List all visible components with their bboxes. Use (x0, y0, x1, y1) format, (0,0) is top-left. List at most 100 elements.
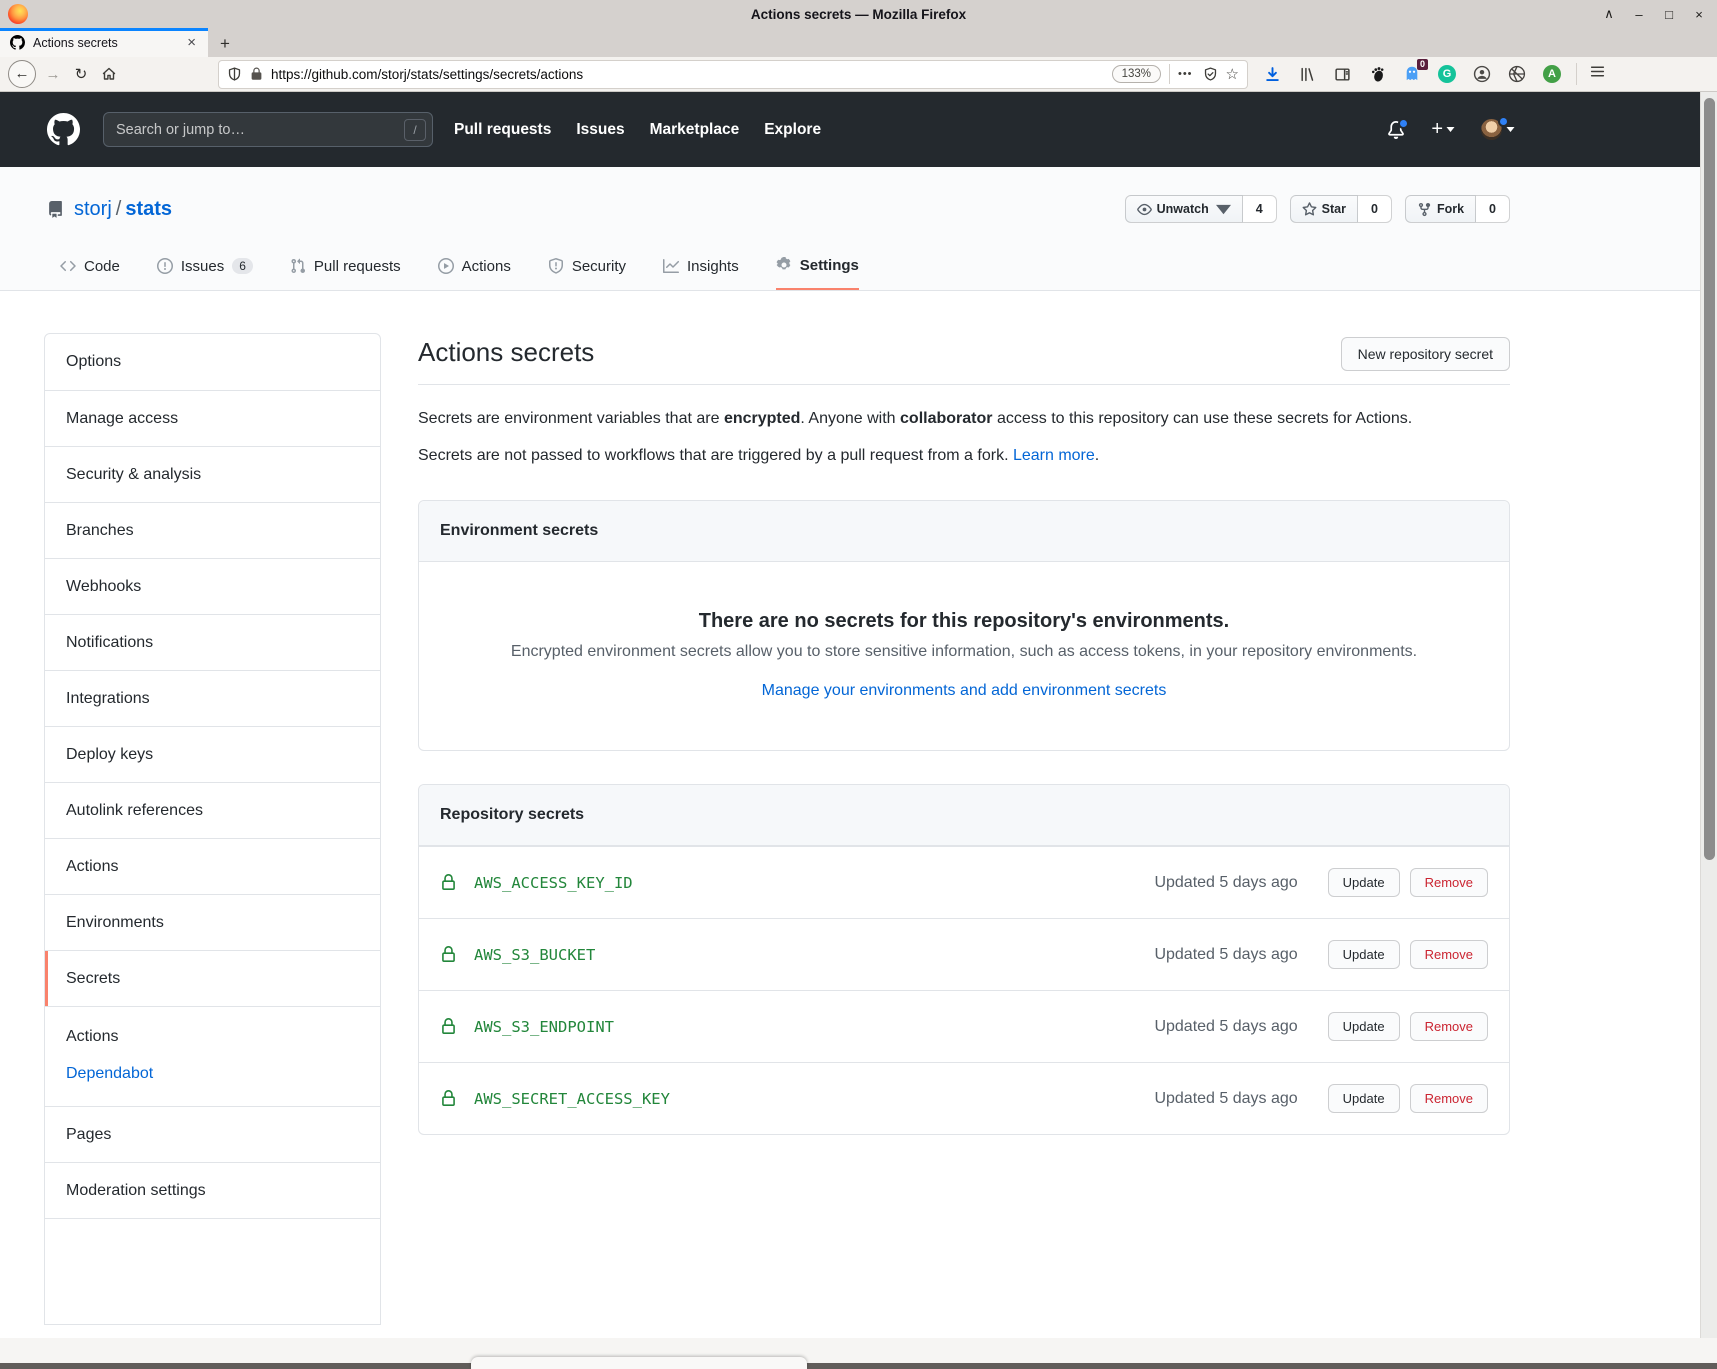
tab-security[interactable]: Security (548, 242, 626, 290)
sidebar-item-notifications[interactable]: Notifications (45, 614, 380, 670)
sidebar-icon[interactable] (1332, 64, 1352, 84)
forward-button[interactable]: → (40, 66, 66, 83)
home-button[interactable] (96, 66, 122, 82)
back-button[interactable]: ← (8, 60, 36, 88)
new-tab-button[interactable]: + (208, 31, 242, 57)
sidebar-item-environments[interactable]: Environments (45, 894, 380, 950)
sidebar-item-deploy-keys[interactable]: Deploy keys (45, 726, 380, 782)
update-button[interactable]: Update (1328, 940, 1400, 969)
tab-insights[interactable]: Insights (663, 242, 739, 290)
manage-environments-link[interactable]: Manage your environments and add environ… (762, 682, 1167, 700)
fork-group: Fork 0 (1405, 195, 1510, 223)
adguard-icon[interactable]: A (1542, 64, 1562, 84)
grammarly-icon[interactable]: G (1437, 64, 1457, 84)
repo-name-link[interactable]: stats (125, 198, 172, 220)
downloads-icon[interactable] (1262, 64, 1282, 84)
sidebar-item-integrations[interactable]: Integrations (45, 670, 380, 726)
toolbar-divider (1576, 63, 1577, 85)
empty-state-title: There are no secrets for this repository… (459, 610, 1469, 633)
bookmark-star-icon[interactable]: ☆ (1226, 65, 1239, 83)
remove-button[interactable]: Remove (1410, 1084, 1488, 1113)
dock-peek-tab[interactable] (471, 1357, 807, 1369)
secret-row: AWS_SECRET_ACCESS_KEY Updated 5 days ago… (419, 1062, 1509, 1134)
sidebar-item-manage-access[interactable]: Manage access (45, 390, 380, 446)
url-text[interactable]: https://github.com/storj/stats/settings/… (271, 67, 1112, 82)
subnav-dependabot[interactable]: Dependabot (66, 1065, 359, 1083)
library-icon[interactable] (1297, 64, 1317, 84)
subnav-actions[interactable]: Actions (66, 1028, 359, 1046)
home-icon (101, 66, 117, 82)
nav-marketplace[interactable]: Marketplace (650, 121, 740, 139)
update-button[interactable]: Update (1328, 1084, 1400, 1113)
sidebar-item-branches[interactable]: Branches (45, 502, 380, 558)
user-menu[interactable] (1481, 119, 1515, 140)
secrets-subnav: Actions Dependabot (45, 1006, 380, 1106)
github-logo-icon[interactable] (47, 113, 80, 146)
secret-updated: Updated 5 days ago (1154, 1018, 1297, 1036)
tab-pull-requests[interactable]: Pull requests (290, 242, 401, 290)
notifications-bell[interactable] (1387, 121, 1405, 139)
sidebar-item-pages[interactable]: Pages (45, 1106, 380, 1162)
sidebar-item-webhooks[interactable]: Webhooks (45, 558, 380, 614)
remove-button[interactable]: Remove (1410, 868, 1488, 897)
zoom-level-indicator[interactable]: 133% (1112, 65, 1161, 83)
tab-issues[interactable]: Issues6 (157, 242, 253, 290)
secrets-fork-note: Secrets are not passed to workflows that… (418, 444, 1510, 467)
search-input[interactable] (116, 122, 404, 138)
star-button[interactable]: Star (1290, 195, 1358, 223)
new-repository-secret-button[interactable]: New repository secret (1341, 337, 1510, 371)
nav-explore[interactable]: Explore (764, 121, 821, 139)
window-bottom-strip (0, 1338, 1717, 1363)
tab-code[interactable]: Code (60, 242, 120, 290)
update-button[interactable]: Update (1328, 868, 1400, 897)
window-maximize-button[interactable]: □ (1661, 7, 1677, 22)
tab-settings[interactable]: Settings (776, 242, 859, 290)
fork-button[interactable]: Fork (1405, 195, 1476, 223)
privacy-pinwheel-icon[interactable] (1507, 64, 1527, 84)
repository-secrets-box: Repository secrets AWS_ACCESS_KEY_ID Upd… (418, 784, 1510, 1135)
nav-pull-requests[interactable]: Pull requests (454, 121, 551, 139)
global-search[interactable]: / (103, 112, 433, 147)
create-new-button[interactable]: + (1431, 118, 1455, 141)
sidebar-item-actions[interactable]: Actions (45, 838, 380, 894)
https-lock-icon[interactable] (250, 67, 263, 81)
secret-updated: Updated 5 days ago (1154, 1090, 1297, 1108)
learn-more-link[interactable]: Learn more (1013, 447, 1095, 464)
browser-tab-bar: Actions secrets × + (0, 28, 1717, 57)
repo-icon (47, 201, 64, 218)
page-scrollbar[interactable] (1700, 92, 1717, 1338)
ghost-extension-icon[interactable]: 0 (1402, 64, 1422, 84)
urlbar-divider (1169, 64, 1170, 84)
update-button[interactable]: Update (1328, 1012, 1400, 1041)
breadcrumb-separator: / (112, 198, 126, 220)
reload-button[interactable]: ↻ (68, 65, 94, 83)
tracking-shield-icon[interactable] (227, 67, 242, 82)
sidebar-item-autolink-references[interactable]: Autolink references (45, 782, 380, 838)
sidebar-item-secrets[interactable]: Secrets (45, 950, 380, 1006)
page-actions-icon[interactable]: ••• (1178, 68, 1193, 80)
settings-page: Options Manage access Security & analysi… (0, 291, 1717, 1331)
watch-count[interactable]: 4 (1243, 195, 1277, 223)
menu-icon[interactable] (1589, 63, 1606, 85)
tab-close-icon[interactable]: × (183, 34, 200, 51)
browser-tab-active[interactable]: Actions secrets × (0, 28, 208, 57)
remove-button[interactable]: Remove (1410, 940, 1488, 969)
repo-owner-link[interactable]: storj (74, 198, 112, 220)
window-titlebar: Actions secrets — Mozilla Firefox ∧ – □ … (0, 0, 1717, 28)
window-close-button[interactable]: × (1691, 7, 1707, 22)
unwatch-button[interactable]: Unwatch (1125, 195, 1243, 223)
url-bar[interactable]: https://github.com/storj/stats/settings/… (218, 60, 1248, 89)
tab-actions[interactable]: Actions (438, 242, 511, 290)
sidebar-item-options[interactable]: Options (45, 334, 380, 390)
sidebar-item-security-analysis[interactable]: Security & analysis (45, 446, 380, 502)
window-minimize-button[interactable]: – (1631, 7, 1647, 22)
remove-button[interactable]: Remove (1410, 1012, 1488, 1041)
star-count[interactable]: 0 (1358, 195, 1392, 223)
scrollbar-thumb[interactable] (1704, 98, 1715, 860)
shield-check-icon[interactable] (1203, 67, 1218, 82)
account-icon[interactable] (1472, 64, 1492, 84)
sidebar-item-moderation-settings[interactable]: Moderation settings (45, 1162, 380, 1218)
nav-issues[interactable]: Issues (576, 121, 624, 139)
fork-count[interactable]: 0 (1476, 195, 1510, 223)
window-menu-button[interactable]: ∧ (1601, 6, 1617, 22)
